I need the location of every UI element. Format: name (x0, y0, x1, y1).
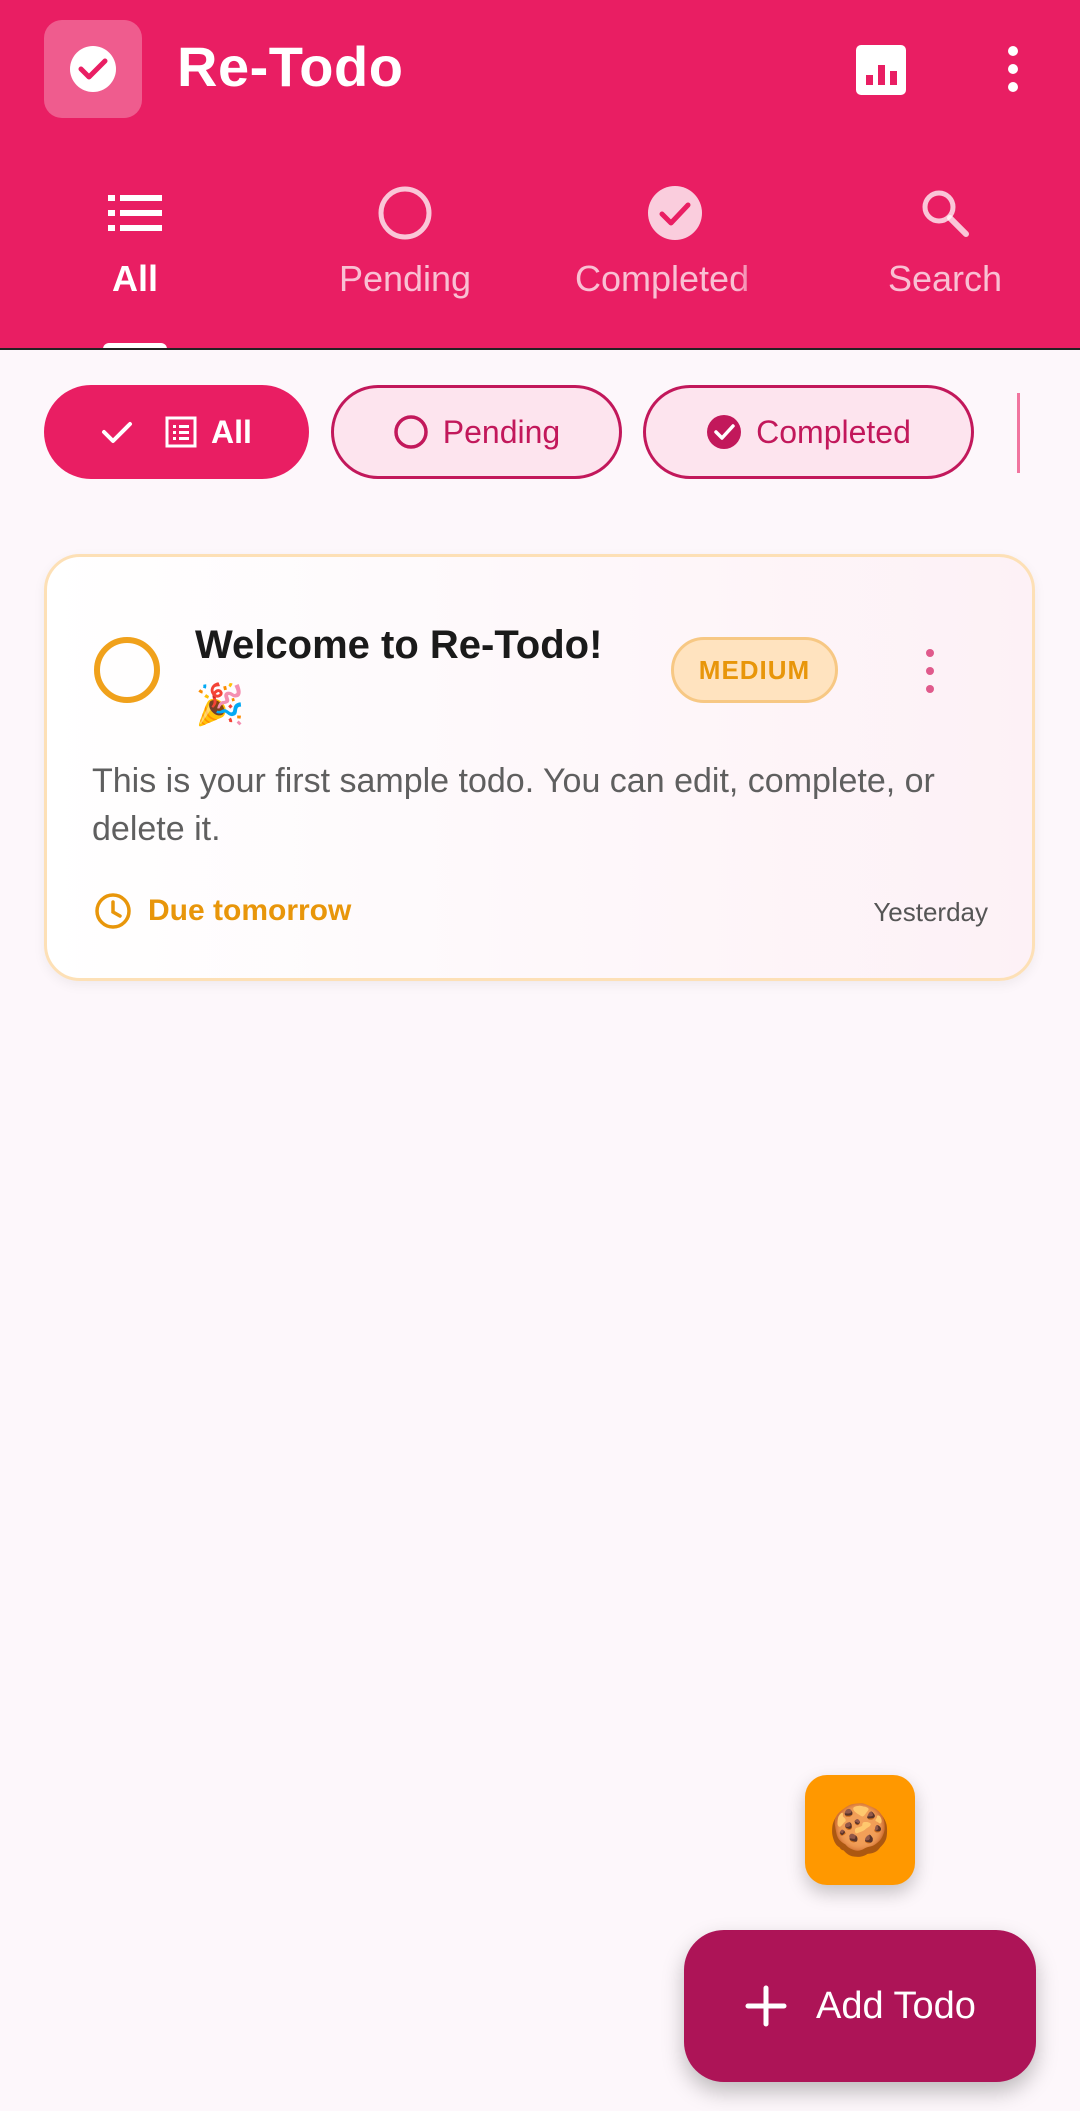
due-date-label: Due tomorrow (148, 894, 352, 927)
clock-icon (95, 893, 131, 929)
tab-all[interactable]: All (0, 180, 270, 350)
search-icon (922, 190, 969, 237)
cookie-button[interactable]: 🍪 (805, 1775, 915, 1885)
created-date: Yesterday (873, 897, 988, 927)
circle-outline-icon (394, 415, 428, 449)
filter-chip-all[interactable]: All (44, 385, 309, 479)
filter-chip-pending[interactable]: Pending (331, 385, 622, 479)
circle-outline-icon (378, 186, 432, 240)
overflow-menu-button[interactable] (995, 42, 1031, 96)
app-bar: Re-Todo All Pending Completed Search (0, 0, 1080, 350)
filter-chip-label: Completed (756, 413, 911, 450)
todo-menu-button[interactable] (915, 649, 945, 693)
more-vert-dot (1008, 64, 1018, 74)
bar-chart-icon-bar (889, 71, 897, 85)
more-vert-dot (926, 667, 934, 675)
more-vert-dot (926, 685, 934, 693)
todo-complete-checkbox[interactable] (94, 637, 160, 703)
check-circle-icon (707, 415, 742, 449)
check-logo-icon (70, 46, 116, 92)
chip-overflow-edge (1017, 393, 1020, 473)
list-box-icon (165, 416, 197, 448)
more-vert-dot (1008, 82, 1018, 92)
cookie-icon: 🍪 (828, 1801, 892, 1858)
more-vert-icon (1008, 46, 1018, 56)
todo-title: Welcome to Re-Todo! 🎉 (195, 615, 675, 735)
tab-search[interactable]: Search (810, 180, 1080, 350)
tab-label: All (111, 258, 158, 299)
tab-label: Completed (575, 258, 750, 299)
bar-chart-icon (865, 75, 873, 85)
app-title: Re-Todo (177, 35, 404, 98)
check-icon (102, 422, 133, 443)
app-logo (44, 20, 142, 118)
todo-card[interactable]: Welcome to Re-Todo! 🎉 MEDIUM This is you… (44, 554, 1035, 981)
tab-label: Pending (338, 258, 472, 299)
check-circle-icon (648, 186, 702, 240)
add-todo-label: Add Todo (816, 1984, 976, 2027)
party-popper-emoji: 🎉 (195, 683, 245, 727)
tab-label: Search (887, 258, 1003, 299)
add-todo-button[interactable]: Add Todo (684, 1930, 1036, 2082)
filter-chip-completed[interactable]: Completed (643, 385, 974, 479)
more-vert-icon (926, 649, 934, 657)
plus-icon (745, 1985, 787, 2027)
filter-chip-label: All (211, 413, 252, 450)
tab-pending[interactable]: Pending (270, 180, 540, 350)
list-icon (108, 195, 162, 231)
bar-chart-icon-bar (877, 65, 885, 85)
tab-completed[interactable]: Completed (540, 180, 810, 350)
tab-bar: All Pending Completed Search (0, 180, 1080, 350)
filter-chip-label: Pending (442, 413, 561, 450)
due-date: Due tomorrow (94, 891, 351, 931)
todo-title-text: Welcome to Re-Todo! (195, 623, 603, 667)
statistics-button[interactable] (856, 45, 906, 95)
todo-description: This is your first sample todo. You can … (92, 762, 935, 848)
filter-chips: All Pending Completed (0, 385, 1080, 481)
priority-badge: MEDIUM (671, 637, 838, 703)
divider (0, 348, 1080, 350)
